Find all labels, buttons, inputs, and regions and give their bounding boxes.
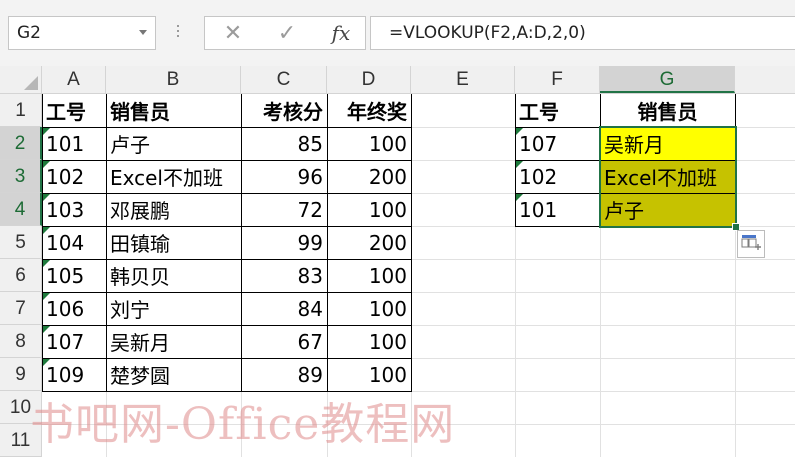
- selection-range: [599, 126, 737, 228]
- check-icon: ✓: [277, 20, 297, 46]
- table1-cell-name[interactable]: 田镇瑜: [106, 226, 241, 259]
- column-header-a[interactable]: A: [42, 66, 106, 93]
- row-header-4[interactable]: 4: [0, 193, 42, 226]
- table1-header-cell[interactable]: 年终奖: [327, 94, 411, 127]
- column-header-c[interactable]: C: [241, 66, 327, 93]
- row-header-7[interactable]: 7: [0, 292, 42, 325]
- fx-icon: fx: [331, 21, 351, 45]
- table1-cell-score[interactable]: 67: [241, 325, 327, 358]
- error-indicator-icon[interactable]: [43, 161, 50, 168]
- table1-cell-score[interactable]: 83: [241, 259, 327, 292]
- select-all-icon: [24, 76, 38, 90]
- cancel-icon: ✕: [223, 20, 243, 46]
- column-header-e[interactable]: E: [411, 66, 515, 93]
- table1-cell-id[interactable]: 109: [42, 358, 106, 391]
- table1-cell-bonus[interactable]: 100: [327, 292, 411, 325]
- table1-cell-score[interactable]: 84: [241, 292, 327, 325]
- table2-header-cell[interactable]: 销售员: [600, 94, 735, 127]
- table1-cell-score[interactable]: 99: [241, 226, 327, 259]
- error-indicator-icon[interactable]: [43, 128, 50, 135]
- table1-cell-id[interactable]: 101: [42, 127, 106, 160]
- table1-border: [411, 94, 412, 391]
- quick-analysis-icon: [741, 235, 761, 250]
- error-indicator-icon[interactable]: [516, 128, 523, 135]
- column-header-f[interactable]: F: [515, 66, 600, 93]
- table1-cell-name[interactable]: 吴新月: [106, 325, 241, 358]
- table1-header-cell[interactable]: 销售员: [106, 94, 241, 127]
- insert-function-button[interactable]: fx: [321, 17, 361, 49]
- row-header-5[interactable]: 5: [0, 226, 42, 259]
- table1-cell-id[interactable]: 103: [42, 193, 106, 226]
- name-box-dropdown-icon[interactable]: [139, 30, 147, 35]
- table1-cell-bonus[interactable]: 100: [327, 259, 411, 292]
- row-header-2[interactable]: 2: [0, 127, 42, 160]
- error-indicator-icon[interactable]: [43, 194, 50, 201]
- table1-cell-name[interactable]: 楚梦圆: [106, 358, 241, 391]
- table1-cell-bonus[interactable]: 100: [327, 127, 411, 160]
- watermark: 书吧网-Office教程网: [30, 399, 456, 450]
- table1-cell-score[interactable]: 85: [241, 127, 327, 160]
- column-header-b[interactable]: B: [106, 66, 241, 93]
- table1-cell-name[interactable]: 邓展鹏: [106, 193, 241, 226]
- table1-cell-bonus[interactable]: 100: [327, 325, 411, 358]
- formula-bar-resize-handle[interactable]: [176, 22, 180, 42]
- error-indicator-icon[interactable]: [43, 293, 50, 300]
- formula-input[interactable]: =VLOOKUP(F2,A:D,2,0): [370, 16, 795, 50]
- table1-cell-name[interactable]: 韩贝贝: [106, 259, 241, 292]
- error-indicator-icon[interactable]: [43, 260, 50, 267]
- table2-header-cell[interactable]: 工号: [515, 94, 600, 127]
- table1-cell-bonus[interactable]: 200: [327, 226, 411, 259]
- table1-cell-name[interactable]: 刘宁: [106, 292, 241, 325]
- cancel-button[interactable]: ✕: [213, 17, 253, 49]
- error-indicator-icon[interactable]: [516, 161, 523, 168]
- error-indicator-icon[interactable]: [43, 359, 50, 366]
- name-box-value: G2: [17, 23, 41, 43]
- formula-text: =VLOOKUP(F2,A:D,2,0): [389, 23, 586, 43]
- table1-header-cell[interactable]: 考核分: [241, 94, 327, 127]
- table1-cell-bonus[interactable]: 200: [327, 160, 411, 193]
- row-header-1[interactable]: 1: [0, 94, 42, 127]
- row-header-3[interactable]: 3: [0, 160, 42, 193]
- column-header-d[interactable]: D: [327, 66, 411, 93]
- row-header-8[interactable]: 8: [0, 325, 42, 358]
- quick-analysis-button[interactable]: [737, 230, 765, 258]
- table2-cell-id[interactable]: 102: [515, 160, 600, 193]
- table1-cell-id[interactable]: 102: [42, 160, 106, 193]
- row-header-9[interactable]: 9: [0, 358, 42, 391]
- table1-cell-id[interactable]: 107: [42, 325, 106, 358]
- table1-cell-id[interactable]: 104: [42, 226, 106, 259]
- formula-bar: G2 ✕ ✓ fx =VLOOKUP(F2,A:D,2,0): [0, 0, 795, 66]
- table1-cell-name[interactable]: Excel不加班: [106, 160, 241, 193]
- table1-cell-score[interactable]: 72: [241, 193, 327, 226]
- error-indicator-icon[interactable]: [43, 227, 50, 234]
- table1-cell-score[interactable]: 89: [241, 358, 327, 391]
- table1-cell-bonus[interactable]: 100: [327, 358, 411, 391]
- column-header-row: A B C D E F G: [0, 66, 795, 94]
- row-header-6[interactable]: 6: [0, 259, 42, 292]
- table1-cell-id[interactable]: 105: [42, 259, 106, 292]
- error-indicator-icon[interactable]: [516, 194, 523, 201]
- table1-header-cell[interactable]: 工号: [42, 94, 106, 127]
- error-indicator-icon[interactable]: [43, 326, 50, 333]
- table1-cell-id[interactable]: 106: [42, 292, 106, 325]
- column-header-g[interactable]: G: [600, 66, 735, 93]
- formula-buttons: ✕ ✓ fx: [204, 16, 366, 50]
- table1-cell-bonus[interactable]: 100: [327, 193, 411, 226]
- name-box[interactable]: G2: [8, 16, 156, 50]
- table2-cell-id[interactable]: 101: [515, 193, 600, 226]
- table1-cell-score[interactable]: 96: [241, 160, 327, 193]
- table2-cell-id[interactable]: 107: [515, 127, 600, 160]
- table1-cell-name[interactable]: 卢子: [106, 127, 241, 160]
- select-all-button[interactable]: [0, 66, 42, 93]
- enter-button[interactable]: ✓: [267, 17, 307, 49]
